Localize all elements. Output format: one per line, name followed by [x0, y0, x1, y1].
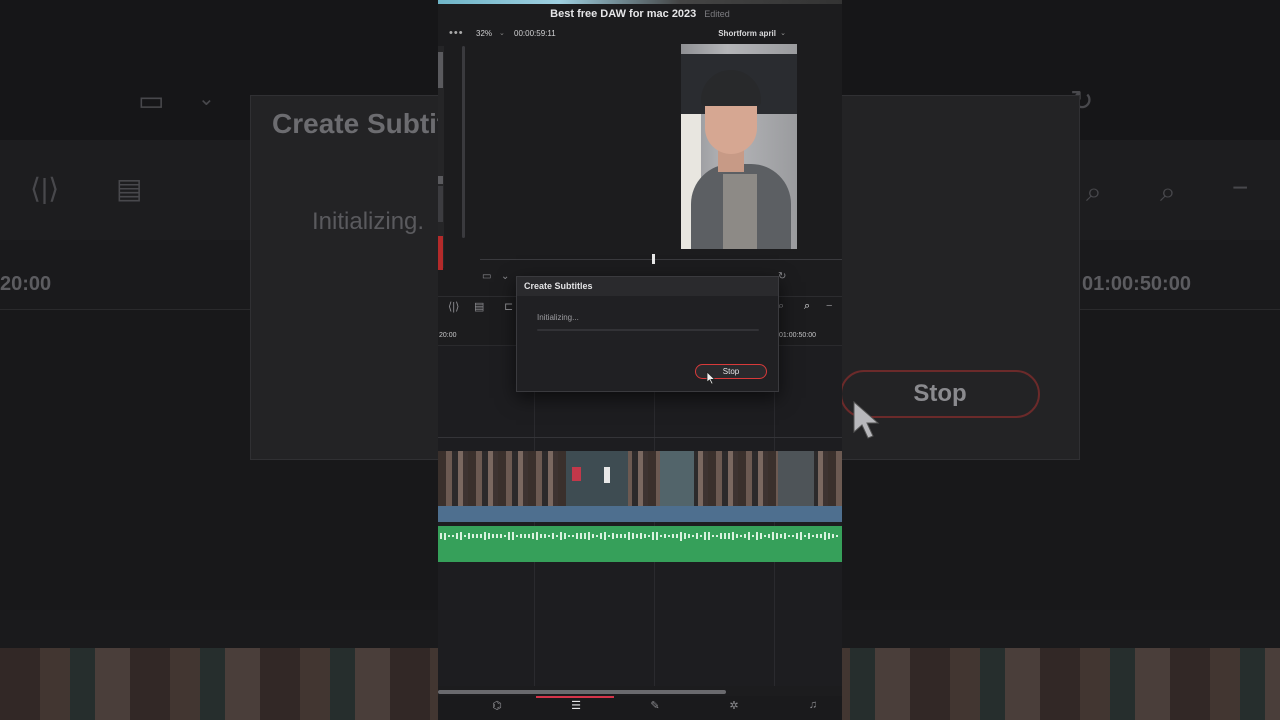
project-title: Best free DAW for mac 2023: [550, 8, 697, 20]
clip-marker-red: [572, 467, 581, 481]
video-clip[interactable]: [778, 451, 814, 506]
viewer-scrollbar[interactable]: [462, 46, 465, 238]
blade-tool-icon[interactable]: ▤: [474, 300, 484, 313]
edit-page-icon[interactable]: ☰: [537, 699, 615, 712]
more-dots-icon[interactable]: •••: [449, 27, 464, 39]
viewer-scrubber[interactable]: [480, 259, 842, 260]
minus-icon[interactable]: −: [826, 300, 832, 312]
bg-chevron-icon: ⌄: [198, 88, 215, 110]
chevron-down-icon[interactable]: ⌄: [501, 271, 509, 282]
media-pool-strip: [438, 46, 444, 270]
create-subtitles-dialog: Create Subtitles Initializing... Stop: [516, 276, 779, 392]
track-separator: [438, 437, 842, 438]
bg-zoom-full-icon: ⌕: [1160, 176, 1176, 207]
viewer-header: ••• 32% ⌄ 00:00:59:11 Shortform april ⌄: [438, 26, 842, 44]
page-navigation: ⌬ ☰ ✎ ✲ ♫: [438, 696, 842, 720]
active-page-underline: [536, 696, 614, 698]
bg-dialog-title: Create Subtit: [272, 108, 447, 139]
bg-crop-icon: ▭: [138, 85, 165, 116]
viewer-video-frame: [681, 44, 797, 249]
audio-page-icon[interactable]: ♫: [774, 699, 842, 711]
zoom-chevron-down-icon[interactable]: ⌄: [499, 29, 505, 37]
bg-ruler-left: 20:00: [0, 273, 52, 295]
color-page-icon[interactable]: ✎: [616, 699, 694, 712]
video-clip[interactable]: [660, 451, 694, 506]
title-bar: Best free DAW for mac 2023 Edited: [438, 4, 842, 28]
dialog-title: Create Subtitles: [524, 281, 593, 291]
screen: ▭ ⌄ ⟨|⟩ ▤ ⌕ ⌕ − ↻ Create Subtit Initiali…: [0, 0, 1280, 720]
media-page-icon[interactable]: ⌬: [458, 699, 536, 712]
media-thumb[interactable]: [438, 186, 443, 222]
bg-dialog-status: Initializing.: [312, 208, 425, 235]
zoom-full-icon[interactable]: ⌕: [804, 300, 810, 313]
media-thumb[interactable]: [438, 176, 443, 184]
crop-icon[interactable]: ▭: [482, 271, 491, 282]
audio-track-clip[interactable]: [438, 526, 842, 562]
media-thumb[interactable]: [438, 52, 443, 88]
subtitle-track-bar[interactable]: [438, 506, 842, 522]
viewer-playhead[interactable]: [652, 254, 655, 264]
bg-ruler-right: 01:00:50:00: [1082, 273, 1191, 295]
bg-minus-icon: −: [1232, 172, 1249, 203]
video-track-clips[interactable]: [438, 451, 842, 506]
clip-marker-white: [604, 467, 610, 483]
audio-waveform: [438, 531, 842, 541]
trim-tool-icon[interactable]: ⟨|⟩: [448, 300, 459, 313]
mouse-cursor-icon: [706, 371, 716, 385]
fx-page-icon[interactable]: ✲: [695, 699, 773, 712]
ruler-right-timecode: 01:00:50:00: [779, 332, 816, 339]
bg-zoom-icon: ⌕: [1086, 176, 1102, 207]
bg-trim-icon: ⟨|⟩: [30, 173, 60, 204]
bg-cursor-icon: [853, 400, 880, 439]
media-thumb-red[interactable]: [438, 236, 443, 270]
timeline-h-scrollbar[interactable]: [438, 690, 726, 694]
edited-label: Edited: [704, 9, 730, 19]
timeline-chevron-down-icon[interactable]: ⌄: [780, 29, 786, 37]
timeline-name[interactable]: Shortform april: [718, 29, 776, 38]
bg-blade-icon: ▤: [116, 173, 143, 204]
ruler-left-timecode: 20:00: [439, 332, 457, 339]
progress-bar: [537, 329, 759, 331]
redo-icon[interactable]: ↻: [778, 271, 786, 282]
zoom-level[interactable]: 32%: [476, 29, 492, 38]
insert-tool-icon[interactable]: ⊏: [504, 300, 513, 313]
dialog-status: Initializing...: [537, 313, 579, 322]
viewer-timecode: 00:00:59:11: [514, 29, 556, 38]
